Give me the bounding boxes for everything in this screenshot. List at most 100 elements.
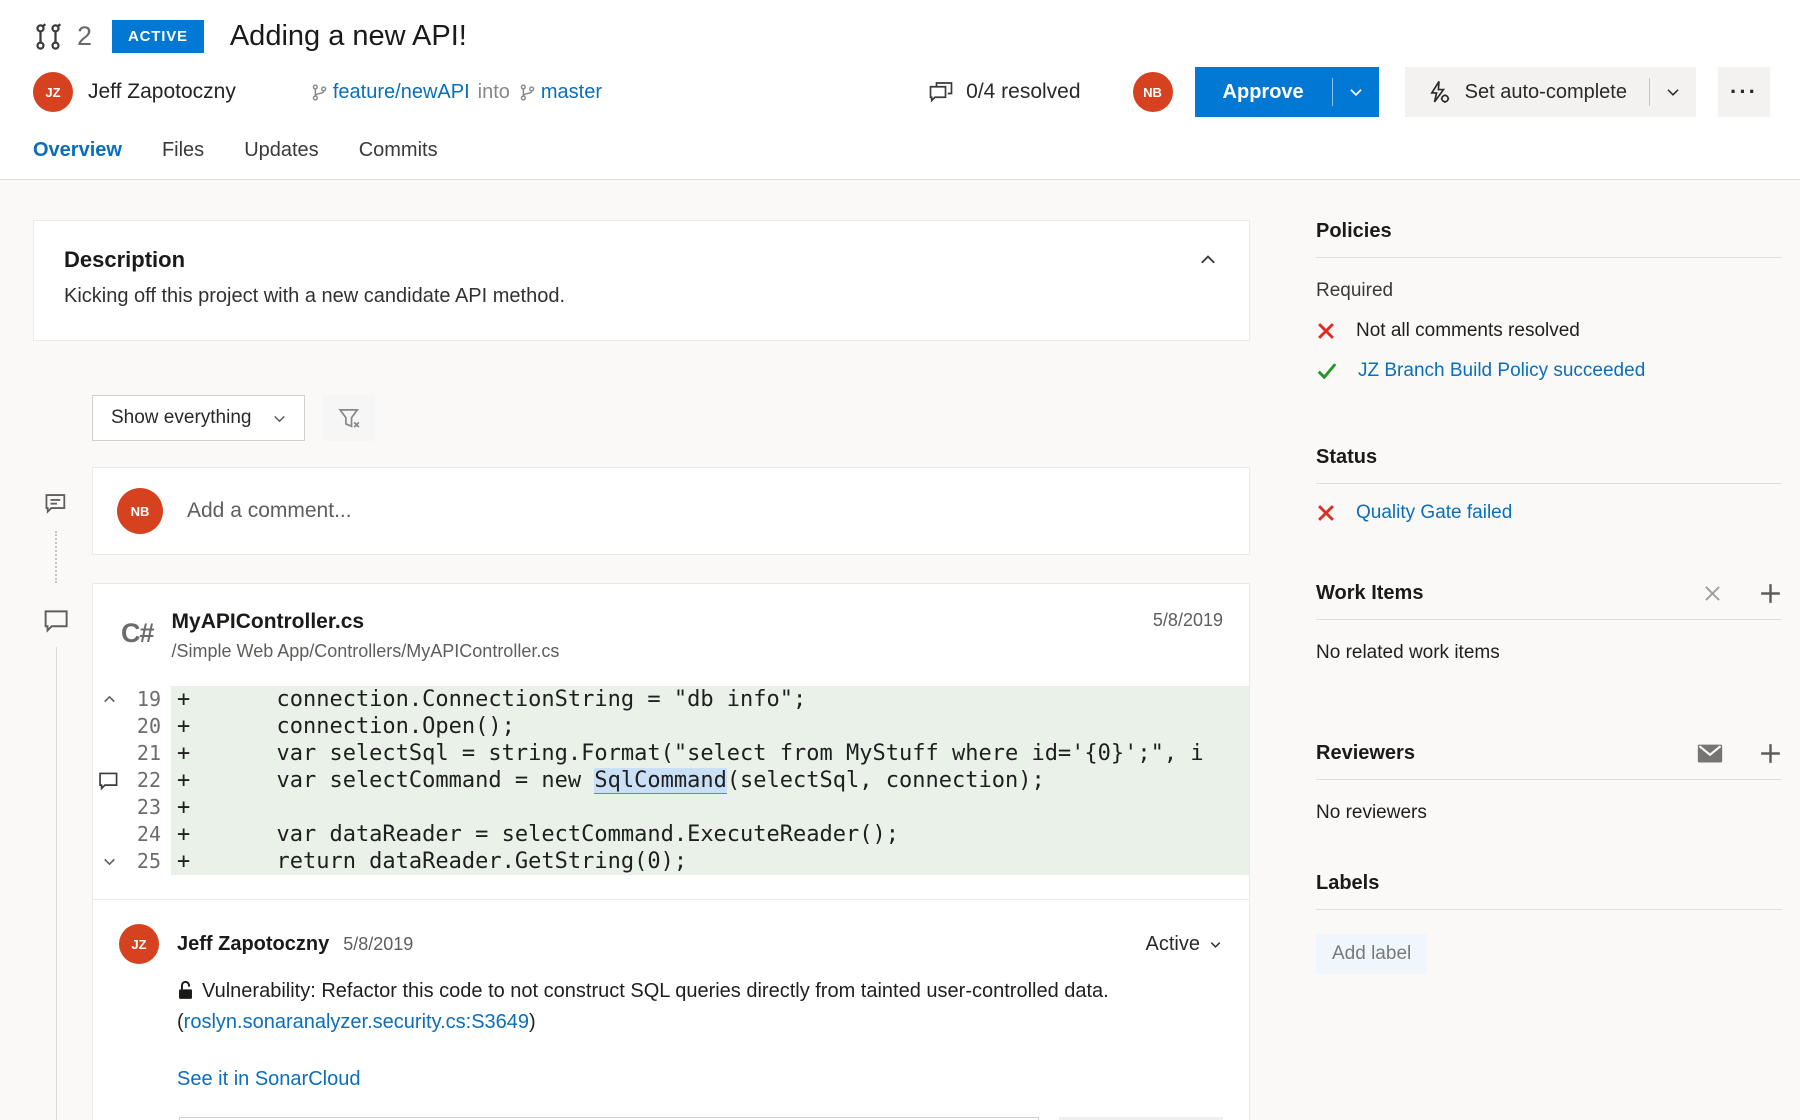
code-diff: 19+ connection.ConnectionString = "db in… bbox=[93, 686, 1249, 875]
clear-work-items-icon[interactable] bbox=[1702, 583, 1723, 604]
more-options-button[interactable]: ··· bbox=[1718, 67, 1770, 117]
file-header: C# MyAPIController.cs /Simple Web App/Co… bbox=[93, 584, 1249, 678]
approve-button[interactable]: Approve bbox=[1195, 67, 1379, 117]
filter-clear-icon bbox=[337, 406, 362, 431]
add-reviewer-icon[interactable] bbox=[1759, 742, 1782, 765]
comments-icon bbox=[928, 80, 954, 104]
page-title: Adding a new API! bbox=[230, 20, 467, 53]
csharp-file-icon: C# bbox=[121, 618, 154, 662]
file-comment-date: 5/8/2019 bbox=[1153, 610, 1223, 631]
labels-section: Labels Add label bbox=[1316, 872, 1782, 974]
code-line: + connection.ConnectionString = "db info… bbox=[171, 686, 1249, 713]
work-items-empty: No related work items bbox=[1316, 642, 1782, 664]
current-user-avatar[interactable]: NB bbox=[1133, 72, 1173, 112]
code-line: + return dataReader.GetString(0); bbox=[171, 848, 1249, 875]
reviewers-empty: No reviewers bbox=[1316, 802, 1782, 824]
status-title: Status bbox=[1316, 446, 1782, 484]
added-line-sign: + bbox=[171, 741, 197, 766]
approve-dropdown-caret[interactable] bbox=[1333, 83, 1379, 101]
sonar-rule-link[interactable]: roslyn.sonaranalyzer.security.cs:S3649 bbox=[184, 1011, 529, 1033]
diff-line-19: 19+ connection.ConnectionString = "db in… bbox=[93, 686, 1249, 713]
collapse-down-icon[interactable] bbox=[93, 848, 125, 875]
sidebar: Policies Required Not all comments resol… bbox=[1316, 220, 1782, 1120]
success-check-icon bbox=[1316, 360, 1338, 382]
add-comment-input[interactable]: Add a comment... bbox=[187, 499, 352, 523]
into-label: into bbox=[478, 81, 510, 104]
filter-row: Show everything bbox=[92, 395, 1250, 441]
notify-reviewers-icon[interactable] bbox=[1697, 743, 1723, 764]
comment-bubble-icon[interactable] bbox=[43, 607, 71, 635]
policy-text[interactable]: Quality Gate failed bbox=[1356, 502, 1512, 524]
policies-title: Policies bbox=[1316, 220, 1782, 258]
added-line-sign: + bbox=[171, 768, 197, 793]
comment-date: 5/8/2019 bbox=[343, 934, 413, 955]
comment-thread: JZ Jeff Zapotoczny 5/8/2019 Active bbox=[93, 899, 1249, 1120]
discussion-area: Show everything NB Add a comment... bbox=[33, 395, 1250, 1120]
labels-title: Labels bbox=[1316, 872, 1782, 910]
code-line: + var dataReader = selectCommand.Execute… bbox=[171, 821, 1249, 848]
policies-section: Policies Required Not all comments resol… bbox=[1316, 220, 1782, 382]
see-in-sonarcloud-link[interactable]: See it in SonarCloud bbox=[177, 1068, 360, 1091]
pr-meta-row: JZ Jeff Zapotoczny feature/newAPI into m… bbox=[33, 67, 1770, 117]
add-label-button[interactable]: Add label bbox=[1316, 934, 1427, 974]
diff-line-23: 23 + bbox=[93, 794, 1249, 821]
pr-header: 2 ACTIVE Adding a new API! JZ Jeff Zapot… bbox=[0, 0, 1800, 180]
show-everything-dropdown[interactable]: Show everything bbox=[92, 395, 305, 441]
fail-x-icon bbox=[1316, 503, 1336, 523]
tab-commits[interactable]: Commits bbox=[359, 139, 438, 176]
added-line-sign: + bbox=[171, 795, 197, 820]
comment-marker-icon[interactable] bbox=[44, 491, 70, 517]
description-body: Kicking off this project with a new cand… bbox=[64, 285, 1219, 308]
content-column: Description Kicking off this project wit… bbox=[33, 220, 1250, 1120]
branch-info: feature/newAPI into master bbox=[310, 81, 602, 104]
add-work-item-icon[interactable] bbox=[1759, 582, 1782, 605]
work-items-section: Work Items No related work items bbox=[1316, 582, 1782, 664]
file-name[interactable]: MyAPIController.cs bbox=[172, 610, 560, 634]
passed-policy-item: JZ Branch Build Policy succeeded bbox=[1316, 360, 1782, 382]
file-path: /Simple Web App/Controllers/MyAPIControl… bbox=[172, 641, 560, 662]
line-number: 23 bbox=[125, 794, 161, 821]
author-name: Jeff Zapotoczny bbox=[88, 80, 236, 104]
diff-line-21: 21+ var selectSql = string.Format("selec… bbox=[93, 740, 1249, 767]
thread-status-dropdown[interactable]: Active bbox=[1146, 933, 1223, 956]
pull-request-icon bbox=[33, 22, 63, 52]
auto-complete-dropdown-caret[interactable] bbox=[1650, 83, 1696, 101]
code-line: + connection.Open(); bbox=[171, 713, 1249, 740]
auto-complete-icon bbox=[1427, 80, 1451, 104]
policy-items: Not all comments resolved JZ Branch Build… bbox=[1316, 320, 1782, 382]
description-title: Description bbox=[64, 247, 1219, 273]
line-number: 20 bbox=[125, 713, 161, 740]
author-avatar: JZ bbox=[33, 72, 73, 112]
diff-line-22: 22+ var selectCommand = new SqlCommand(s… bbox=[93, 767, 1249, 794]
target-branch-link[interactable]: master bbox=[541, 81, 602, 104]
source-branch-link[interactable]: feature/newAPI bbox=[333, 81, 470, 104]
branch-icon bbox=[518, 83, 537, 102]
header-actions: 0/4 resolved NB Approve Set bbox=[928, 67, 1770, 117]
fail-x-icon bbox=[1316, 321, 1336, 341]
add-comment-card[interactable]: NB Add a comment... bbox=[92, 467, 1250, 555]
status-badge: ACTIVE bbox=[112, 20, 204, 53]
collapse-up-icon[interactable] bbox=[93, 686, 125, 713]
collapse-description-icon[interactable] bbox=[1197, 249, 1219, 271]
current-user-avatar: NB bbox=[117, 488, 163, 534]
set-auto-complete-button[interactable]: Set auto-complete bbox=[1405, 67, 1696, 117]
gutter-spacer bbox=[93, 740, 125, 767]
reviewers-title: Reviewers bbox=[1316, 742, 1782, 780]
added-line-sign: + bbox=[171, 714, 197, 739]
clear-filter-button[interactable] bbox=[323, 395, 375, 441]
tab-bar: Overview Files Updates Commits bbox=[33, 139, 1770, 176]
diff-line-24: 24+ var dataReader = selectCommand.Execu… bbox=[93, 821, 1249, 848]
tab-overview[interactable]: Overview bbox=[33, 139, 122, 176]
line-comment-icon[interactable] bbox=[93, 767, 125, 794]
tab-files[interactable]: Files bbox=[162, 139, 204, 176]
vulnerability-lock-icon bbox=[177, 980, 194, 1000]
status-items: Quality Gate failed bbox=[1316, 502, 1782, 524]
highlighted-symbol[interactable]: SqlCommand bbox=[594, 768, 726, 794]
policy-text[interactable]: JZ Branch Build Policy succeeded bbox=[1358, 360, 1645, 382]
thread-rail bbox=[33, 395, 92, 1120]
code-line: + bbox=[171, 794, 1249, 821]
resolved-count: 0/4 resolved bbox=[928, 80, 1080, 104]
tab-updates[interactable]: Updates bbox=[244, 139, 319, 176]
policy-text: Not all comments resolved bbox=[1356, 320, 1580, 342]
pr-title-row: 2 ACTIVE Adding a new API! bbox=[33, 20, 1770, 53]
